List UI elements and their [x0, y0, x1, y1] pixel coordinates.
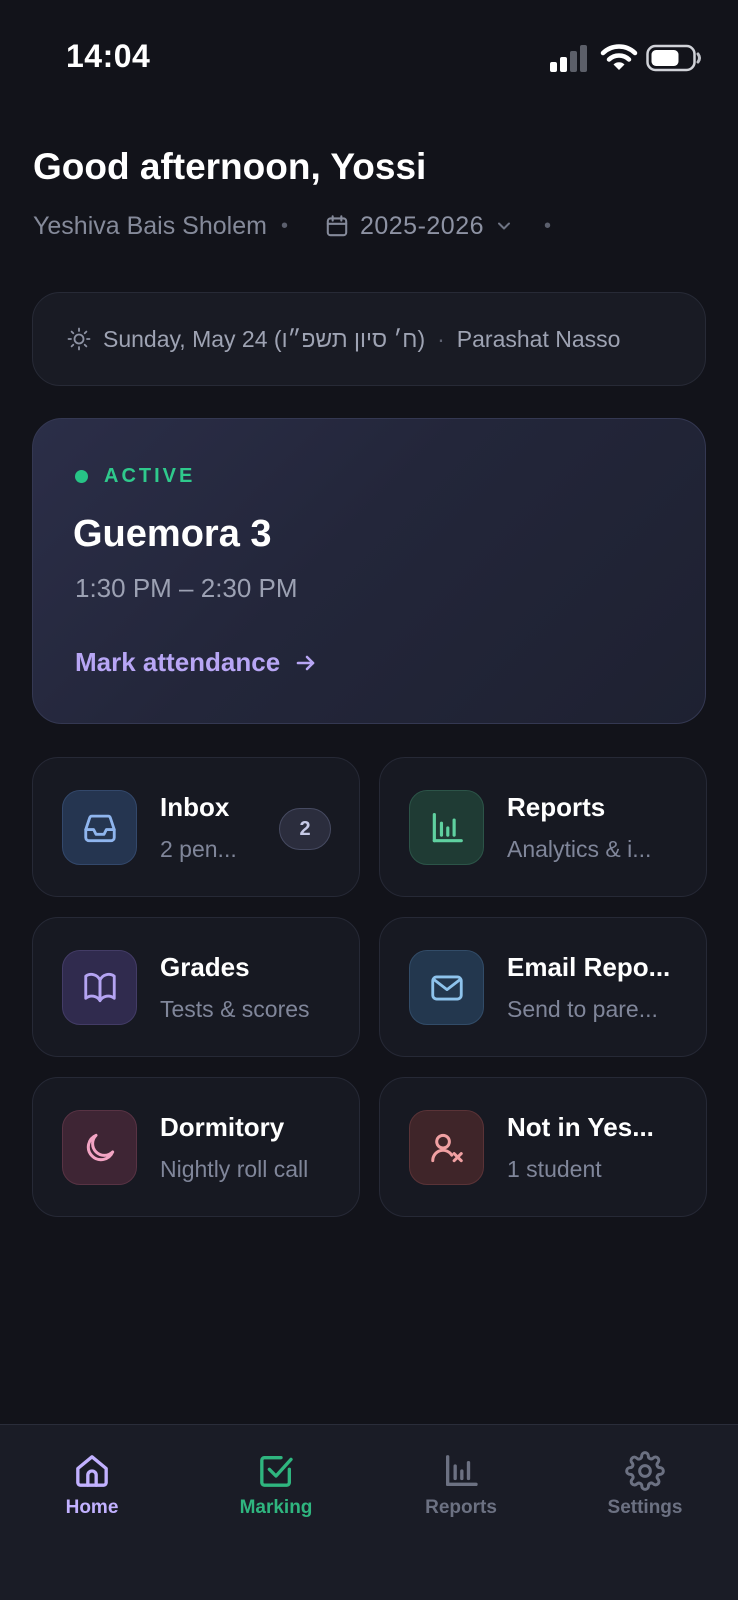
- header-subline: Yeshiva Bais Sholem • 2025-2026 •: [33, 208, 551, 244]
- not-in-yeshiva-tile[interactable]: Not in Yes... 1 student: [379, 1077, 707, 1217]
- status-label: ACTIVE: [104, 465, 196, 487]
- school-year-picker[interactable]: 2025-2026: [324, 212, 514, 241]
- school-name: Yeshiva Bais Sholem: [33, 211, 267, 240]
- checkbox-icon: [260, 1456, 293, 1487]
- calendar-icon: [326, 215, 348, 237]
- status-time: 14:04: [66, 38, 151, 74]
- greeting-title: Good afternoon, Yossi: [33, 146, 427, 187]
- class-time: 1:30 PM – 2:30 PM: [75, 573, 298, 603]
- bottom-navigation: Home Marking Reports Settings: [0, 1424, 738, 1600]
- class-name: Guemora 3: [73, 513, 272, 555]
- nav-label: Settings: [607, 1497, 683, 1518]
- open-book-icon: [62, 950, 137, 1025]
- moon-icon: [62, 1110, 137, 1185]
- tile-subtitle: 1 student: [507, 1156, 602, 1182]
- nav-marking[interactable]: Marking: [201, 1451, 351, 1519]
- reports-tile[interactable]: Reports Analytics & i...: [379, 757, 707, 897]
- sun-icon: [67, 327, 91, 351]
- nav-label: Reports: [425, 1497, 497, 1518]
- email-reports-tile[interactable]: Email Repo... Send to pare...: [379, 917, 707, 1057]
- tile-title: Not in Yes...: [507, 1112, 654, 1142]
- tile-subtitle: Analytics & i...: [507, 836, 652, 862]
- nav-home[interactable]: Home: [17, 1451, 167, 1519]
- tile-subtitle: 2 pen...: [160, 836, 237, 862]
- mark-attendance-label: Mark attendance: [75, 647, 281, 677]
- tile-title: Dormitory: [160, 1112, 285, 1142]
- separator-dot: •: [544, 214, 552, 237]
- tile-title: Grades: [160, 952, 250, 982]
- tile-subtitle: Tests & scores: [160, 996, 310, 1022]
- nav-label: Home: [65, 1497, 119, 1518]
- bar-chart-icon: [409, 790, 484, 865]
- tile-title: Email Repo...: [507, 952, 671, 982]
- battery-icon: [646, 44, 701, 72]
- envelope-icon: [409, 950, 484, 1025]
- status-bar: 14:04: [0, 0, 738, 110]
- nav-label: Marking: [239, 1497, 313, 1518]
- nav-reports[interactable]: Reports: [386, 1451, 536, 1519]
- nav-settings[interactable]: Settings: [570, 1451, 720, 1519]
- gear-icon: [625, 1451, 665, 1491]
- date-card: Sunday, May 24 (ח׳ סיון תשפ״ו) · Parasha…: [32, 292, 706, 386]
- arrow-right-icon: [296, 655, 315, 670]
- user-x-icon: [409, 1110, 484, 1185]
- inbox-count-badge: 2: [279, 808, 331, 850]
- school-year-label: 2025-2026: [359, 211, 485, 240]
- tile-subtitle: Send to pare...: [507, 996, 658, 1022]
- tile-subtitle: Nightly roll call: [160, 1156, 309, 1182]
- dormitory-tile[interactable]: Dormitory Nightly roll call: [32, 1077, 360, 1217]
- inbox-icon: [62, 790, 137, 865]
- session-status: ACTIVE: [75, 465, 195, 488]
- chevron-down-icon: [498, 222, 511, 230]
- status-dot: [75, 470, 88, 483]
- home-screen: 14:04 Good afternoon, Yossi Yeshiva Bais…: [0, 0, 738, 1600]
- mark-attendance-button[interactable]: Mark attendance: [75, 647, 318, 678]
- tile-title: Inbox: [160, 792, 230, 822]
- bar-chart-icon: [446, 1455, 478, 1486]
- separator-dot: ·: [437, 325, 445, 352]
- tile-title: Reports: [507, 792, 606, 822]
- date-text: Sunday, May 24 (ח׳ סיון תשפ״ו): [103, 325, 426, 352]
- cellular-signal-icon: [550, 45, 587, 72]
- grades-tile[interactable]: Grades Tests & scores: [32, 917, 360, 1057]
- separator-dot: •: [280, 214, 288, 237]
- active-session-card[interactable]: ACTIVE Guemora 3 1:30 PM – 2:30 PM Mark …: [32, 418, 706, 724]
- inbox-tile[interactable]: Inbox 2 pen... 2: [32, 757, 360, 897]
- parasha-text: Parashat Nasso: [456, 325, 621, 352]
- home-icon: [76, 1455, 108, 1487]
- wifi-icon: [600, 44, 638, 70]
